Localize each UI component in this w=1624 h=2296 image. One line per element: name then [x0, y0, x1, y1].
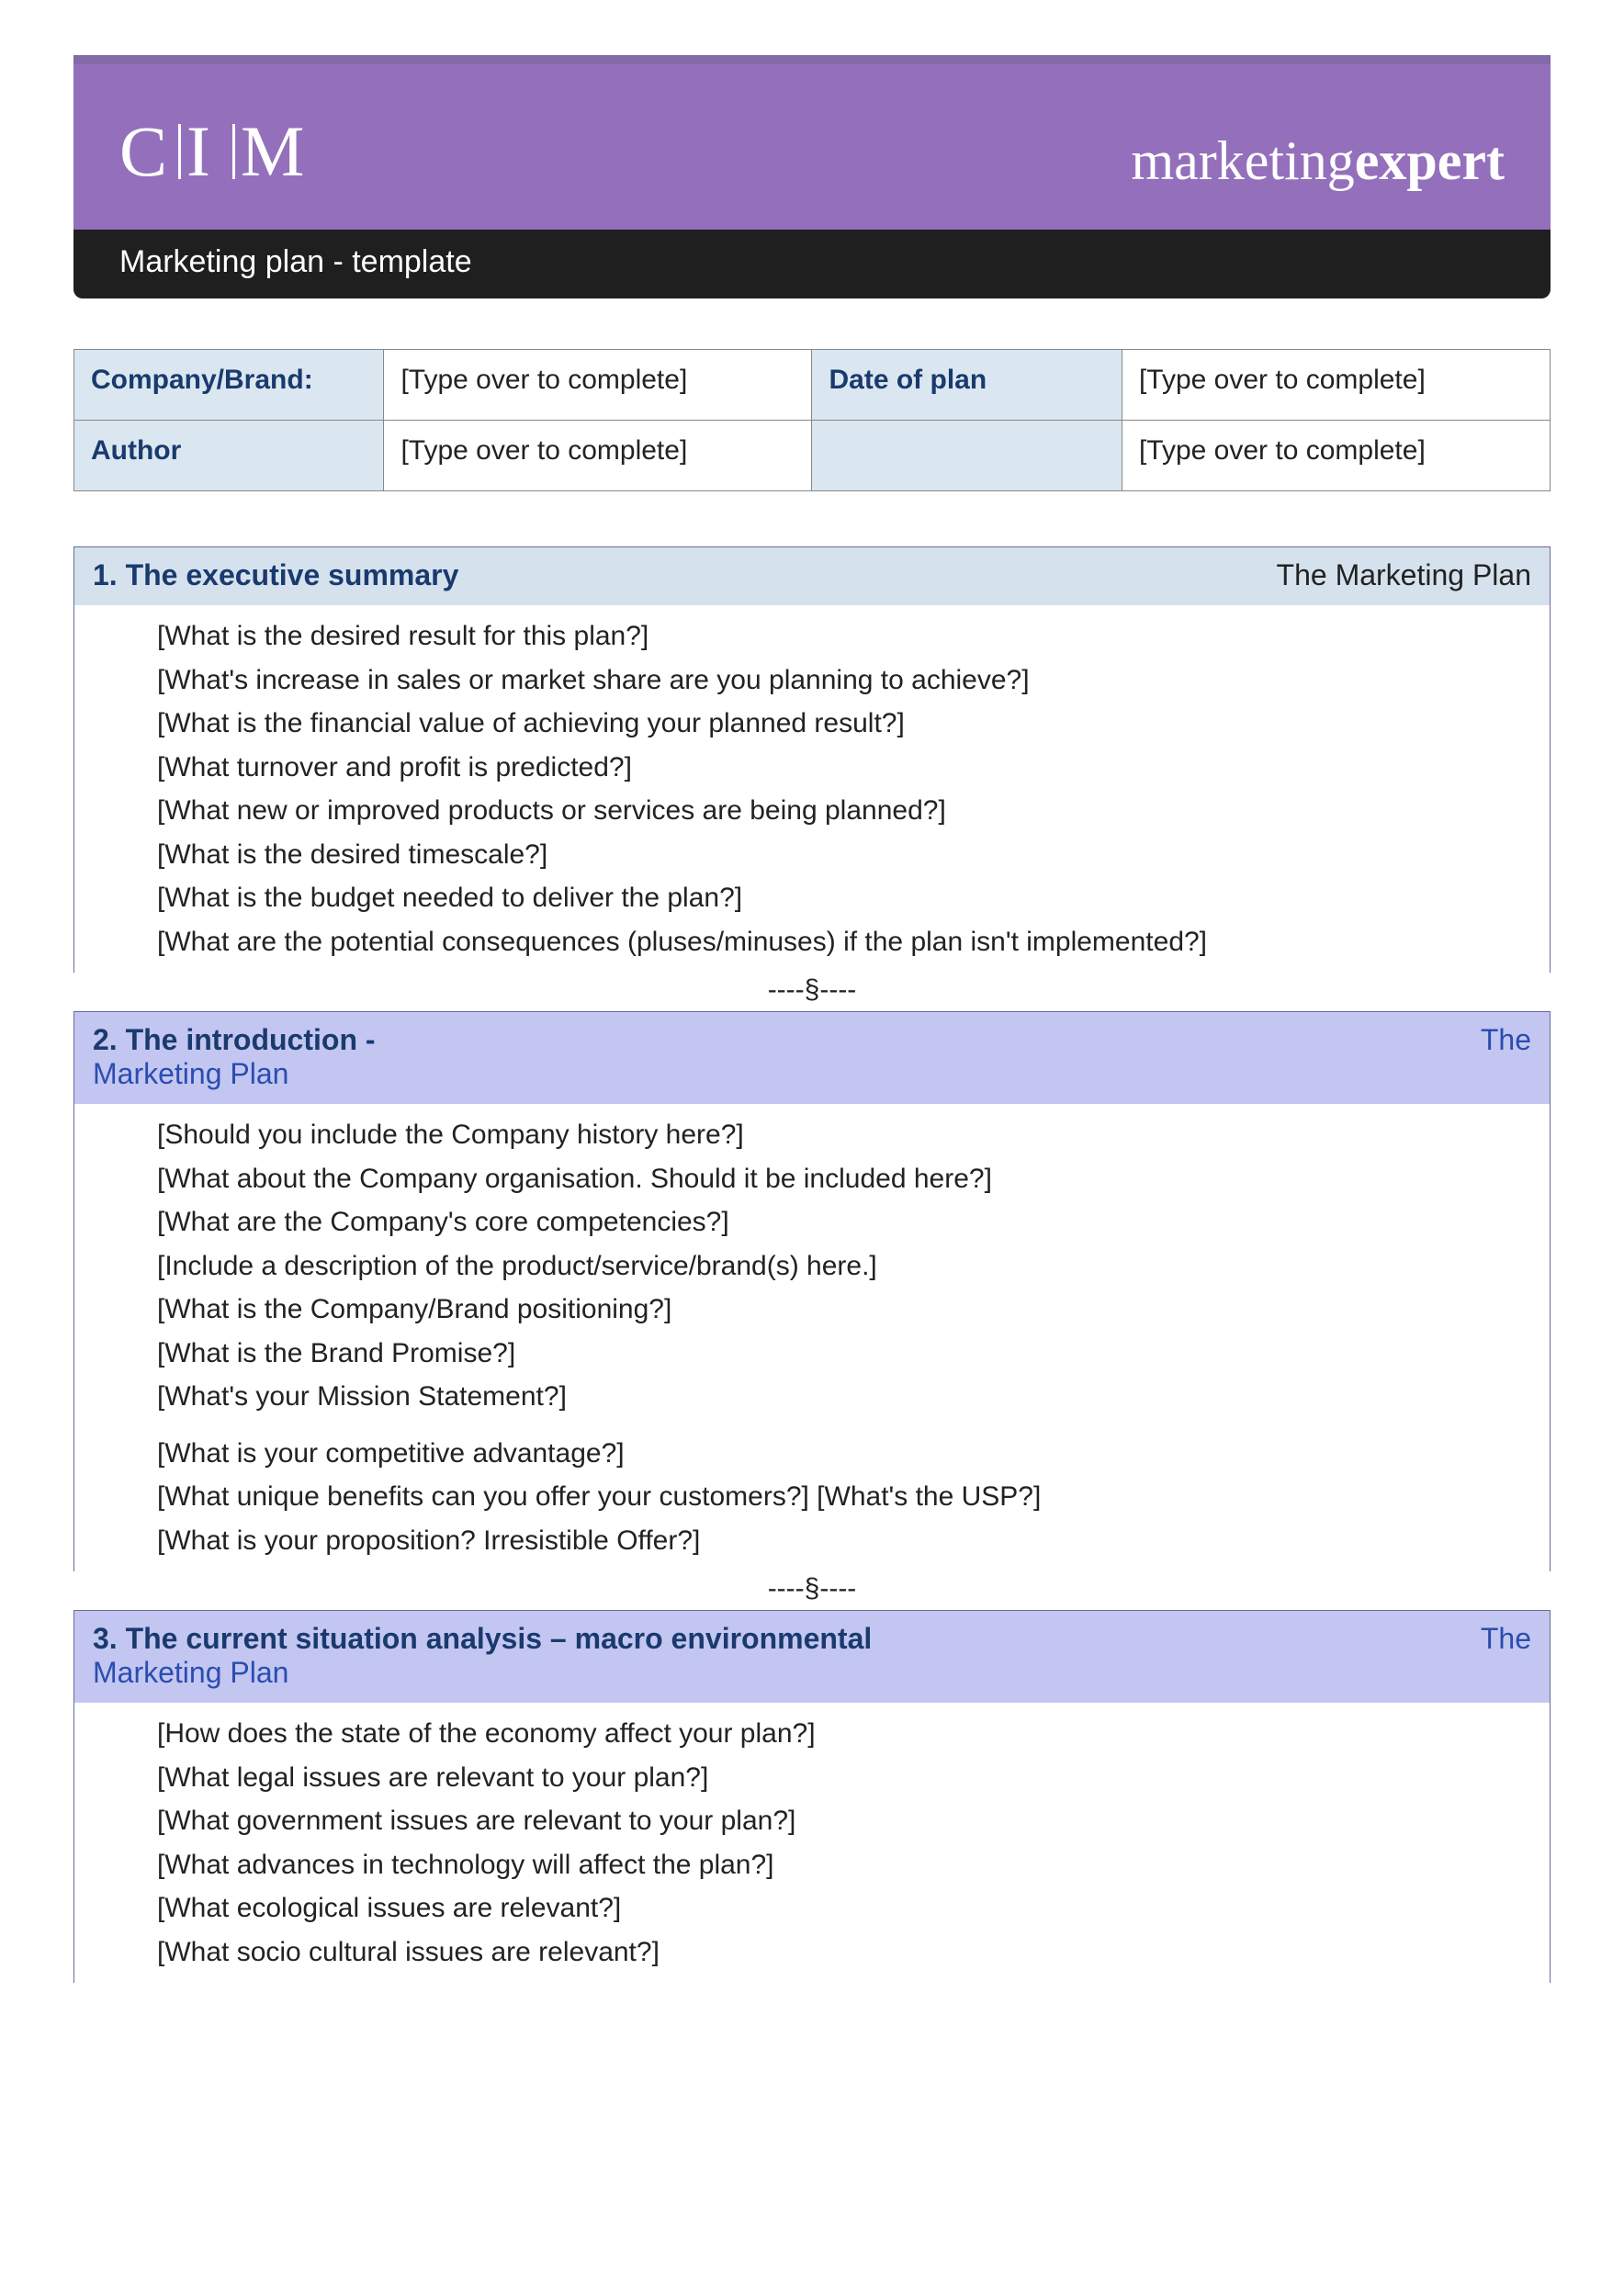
prompt-line[interactable]: [What are the Company's core competencie…: [157, 1200, 1550, 1244]
info-label-empty: [812, 421, 1122, 491]
section-title: 2. The introduction -: [93, 1023, 376, 1056]
info-label-date: Date of plan: [812, 350, 1122, 421]
prompt-line[interactable]: [What new or improved products or servic…: [157, 789, 1550, 833]
logo-letter-i: I: [186, 110, 225, 193]
prompt-line[interactable]: [What's your Mission Statement?]: [157, 1375, 1550, 1419]
logo-letter-c: C: [119, 110, 182, 193]
info-value-extra[interactable]: [Type over to complete]: [1122, 421, 1550, 491]
section-introduction: 2. The introduction - The Marketing Plan…: [73, 1011, 1551, 1571]
prompt-line[interactable]: [What legal issues are relevant to your …: [157, 1756, 1550, 1800]
section-title: 3. The current situation analysis – macr…: [93, 1622, 872, 1655]
section-executive-summary: 1. The executive summary The Marketing P…: [73, 546, 1551, 973]
section-right-label: The: [1481, 1023, 1531, 1057]
page-subtitle: Marketing plan - template: [119, 244, 472, 279]
logo-divider: [178, 124, 181, 179]
info-value-date[interactable]: [Type over to complete]: [1122, 350, 1550, 421]
prompt-line[interactable]: [What is the budget needed to deliver th…: [157, 876, 1550, 920]
section-right-label: The Marketing Plan: [1277, 558, 1531, 592]
section-subtitle: Marketing Plan: [93, 1057, 288, 1090]
cim-logo: C I M: [119, 110, 319, 193]
prompt-line[interactable]: [What is the Company/Brand positioning?]: [157, 1288, 1550, 1332]
prompt-line[interactable]: [What government issues are relevant to …: [157, 1799, 1550, 1843]
prompt-line[interactable]: [What is your proposition? Irresistible …: [157, 1519, 1550, 1563]
prompt-gap: [157, 1419, 1550, 1432]
section-heading: 1. The executive summary The Marketing P…: [74, 547, 1550, 605]
prompt-line[interactable]: [What is the desired result for this pla…: [157, 614, 1550, 658]
info-value-company[interactable]: [Type over to complete]: [384, 350, 812, 421]
prompt-line[interactable]: [What is the desired timescale?]: [157, 833, 1550, 877]
section-body: [Should you include the Company history …: [74, 1104, 1550, 1571]
brand-banner: C I M marketingexpert: [73, 55, 1551, 230]
prompt-line[interactable]: [How does the state of the economy affec…: [157, 1712, 1550, 1756]
section-situation-analysis: 3. The current situation analysis – macr…: [73, 1610, 1551, 1983]
logo-divider: [232, 124, 235, 179]
info-table: Company/Brand: [Type over to complete] D…: [73, 349, 1551, 491]
info-label-company: Company/Brand:: [74, 350, 384, 421]
brand-title-light: marketing: [1131, 130, 1354, 191]
section-subtitle: Marketing Plan: [93, 1656, 288, 1689]
prompt-line[interactable]: [Should you include the Company history …: [157, 1113, 1550, 1157]
prompt-line[interactable]: [Include a description of the product/se…: [157, 1244, 1550, 1289]
prompt-line[interactable]: [What turnover and profit is predicted?]: [157, 746, 1550, 790]
info-label-author: Author: [74, 421, 384, 491]
section-separator: ----§----: [73, 973, 1551, 1011]
prompt-line[interactable]: [What are the potential consequences (pl…: [157, 920, 1550, 964]
table-row: Author [Type over to complete] [Type ove…: [74, 421, 1551, 491]
prompt-line[interactable]: [What is your competitive advantage?]: [157, 1432, 1550, 1476]
prompt-line[interactable]: [What is the financial value of achievin…: [157, 702, 1550, 746]
prompt-line[interactable]: [What's increase in sales or market shar…: [157, 658, 1550, 703]
info-value-author[interactable]: [Type over to complete]: [384, 421, 812, 491]
brand-title: marketingexpert: [1131, 129, 1505, 193]
prompt-line[interactable]: [What ecological issues are relevant?]: [157, 1886, 1550, 1930]
section-title: 1. The executive summary: [93, 558, 458, 591]
section-separator: ----§----: [73, 1571, 1551, 1610]
table-row: Company/Brand: [Type over to complete] D…: [74, 350, 1551, 421]
page-subtitle-bar: Marketing plan - template: [73, 230, 1551, 298]
prompt-line[interactable]: [What socio cultural issues are relevant…: [157, 1930, 1550, 1975]
prompt-line[interactable]: [What unique benefits can you offer your…: [157, 1475, 1550, 1519]
section-heading: 3. The current situation analysis – macr…: [74, 1611, 1550, 1703]
prompt-line[interactable]: [What about the Company organisation. Sh…: [157, 1157, 1550, 1201]
prompt-line[interactable]: [What is the Brand Promise?]: [157, 1332, 1550, 1376]
prompt-line[interactable]: [What advances in technology will affect…: [157, 1843, 1550, 1887]
section-right-label: The: [1481, 1622, 1531, 1656]
section-heading: 2. The introduction - The Marketing Plan: [74, 1012, 1550, 1104]
logo-letter-m: M: [241, 110, 319, 193]
section-body: [What is the desired result for this pla…: [74, 605, 1550, 973]
brand-title-bold: expert: [1355, 130, 1505, 191]
section-body: [How does the state of the economy affec…: [74, 1703, 1550, 1983]
